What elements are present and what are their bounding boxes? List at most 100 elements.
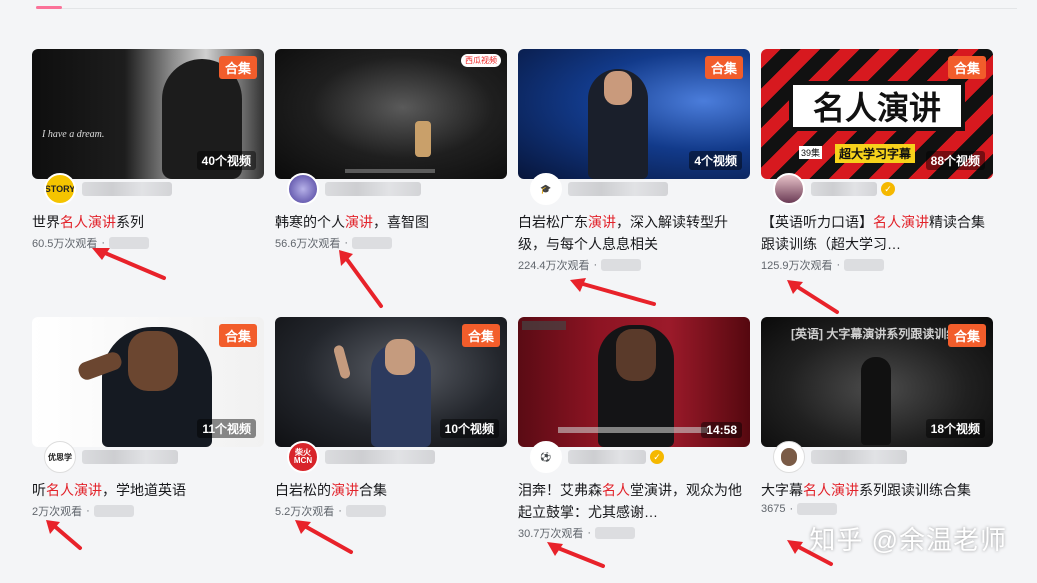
title-text: ，学地道英语 (102, 482, 186, 498)
uploader-avatar[interactable]: 柴火 MCN (287, 441, 319, 473)
video-count: 88个视频 (925, 151, 985, 170)
video-card[interactable]: 名人演讲 39集 超大学习字幕 合集 88个视频 ✓ 【英语听力口语】名人演讲精… (761, 49, 993, 273)
collection-badge: 合集 (218, 324, 257, 347)
date-blurred (844, 259, 885, 271)
collection-badge: 合集 (461, 324, 500, 347)
uploader-name-blurred (325, 450, 435, 464)
title-text: 大字幕 (761, 482, 803, 498)
video-thumbnail[interactable]: 14:58 (518, 317, 750, 447)
view-count: 2万次观看 (32, 506, 83, 518)
video-count: 18个视频 (925, 419, 985, 438)
video-thumbnail[interactable]: [英语] 大字幕演讲系列跟读训练 合集 18个视频 (761, 317, 993, 447)
video-thumbnail[interactable]: I have a dream. 合集 40个视频 (32, 49, 264, 179)
title-highlight: 演讲 (588, 214, 616, 230)
title-text: 系列跟读训练合集 (859, 482, 971, 498)
video-title[interactable]: 听名人演讲，学地道英语 (32, 479, 264, 501)
video-card[interactable]: 西瓜视频 韩寒的个人演讲，喜智图 56.6万次观看 · (275, 49, 507, 251)
title-text: 【英语听力口语】 (761, 214, 873, 230)
episode-tag: 39集 (799, 146, 823, 159)
thumbnail-caption: I have a dream. (42, 129, 105, 140)
video-thumbnail[interactable]: 名人演讲 39集 超大学习字幕 合集 88个视频 (761, 49, 993, 179)
title-highlight: 演讲 (345, 214, 373, 230)
view-count: 125.9万次观看 (761, 260, 833, 272)
video-title[interactable]: 【英语听力口语】名人演讲精读合集跟读训练（超大学习… (761, 211, 993, 255)
video-card[interactable]: I have a dream. 合集 40个视频 STORY 世界名人演讲系列 … (32, 49, 264, 251)
title-highlight: 名人 (602, 482, 630, 498)
video-thumbnail[interactable]: 西瓜视频 (275, 49, 507, 179)
video-meta: 60.5万次观看 · (32, 235, 264, 251)
date-blurred (345, 505, 386, 517)
soccer-ball-icon[interactable]: ⚽ (530, 441, 562, 473)
video-title[interactable]: 白岩松的演讲合集 (275, 479, 507, 501)
annotation-arrow (547, 542, 605, 568)
view-count: 224.4万次观看 (518, 260, 590, 272)
thumbnail-headline: 名人演讲 (789, 81, 965, 131)
video-card[interactable]: 合集 4个视频 🎓 白岩松广东演讲，深入解读转型升级，与每个人息息相关 224.… (518, 49, 750, 273)
video-card[interactable]: 合集 10个视频 柴火 MCN 白岩松的演讲合集 5.2万次观看 · (275, 317, 507, 519)
video-meta: 2万次观看 · (32, 503, 264, 519)
title-highlight: 名人演讲 (46, 482, 102, 498)
view-count: 60.5万次观看 (32, 238, 98, 250)
avatar-text: 优思学 (48, 452, 72, 462)
date-blurred (797, 503, 838, 515)
verified-badge-icon: ✓ (650, 450, 664, 464)
video-count: 11个视频 (197, 419, 256, 438)
uploader-avatar[interactable] (773, 173, 805, 205)
video-title[interactable]: 泪奔！艾弗森名人堂演讲，观众为他起立鼓掌：尤其感谢… (518, 479, 750, 523)
video-count: 40个视频 (196, 151, 256, 170)
uploader-avatar[interactable] (287, 173, 319, 205)
date-blurred (601, 259, 642, 271)
video-thumbnail[interactable]: 合集 4个视频 (518, 49, 750, 179)
video-card[interactable]: 合集 11个视频 优思学 听名人演讲，学地道英语 2万次观看 · (32, 317, 264, 519)
view-count: 30.7万次观看 (518, 528, 584, 540)
uploader-avatar[interactable]: 优思学 (44, 441, 76, 473)
video-card[interactable]: [英语] 大字幕演讲系列跟读训练 合集 18个视频 大字幕名人演讲系列跟读训练合… (761, 317, 993, 515)
title-text: ，喜智图 (373, 214, 429, 230)
annotation-arrow (570, 278, 656, 306)
title-text: 韩寒的个人 (275, 214, 345, 230)
collection-badge: 合集 (947, 324, 986, 347)
video-count: 10个视频 (439, 419, 499, 438)
title-text: 白岩松广东 (518, 214, 588, 230)
verified-badge-icon: ✓ (881, 182, 895, 196)
watermark-text: 知乎 @余温老师 (809, 525, 1007, 555)
video-meta: 56.6万次观看 · (275, 235, 507, 251)
video-meta: 224.4万次观看 · (518, 257, 750, 273)
title-highlight: 名人演讲 (803, 482, 859, 498)
avatar-text: 柴火 MCN (293, 448, 313, 465)
annotation-arrow (92, 248, 166, 280)
uploader-name-blurred (811, 182, 877, 196)
annotation-arrow (787, 280, 839, 314)
subtitle-bar (558, 427, 708, 433)
platform-logo-text: 西瓜视频 (465, 56, 497, 65)
video-thumbnail[interactable]: 合集 10个视频 (275, 317, 507, 447)
date-blurred (93, 505, 134, 517)
date-blurred (595, 527, 636, 539)
view-count: 56.6万次观看 (275, 238, 341, 250)
video-title[interactable]: 白岩松广东演讲，深入解读转型升级，与每个人息息相关 (518, 211, 750, 255)
uploader-name-blurred (82, 182, 172, 196)
uploader-avatar[interactable] (773, 441, 805, 473)
platform-logo: 西瓜视频 (461, 54, 501, 67)
divider-line (36, 8, 1017, 9)
uploader-name-blurred (568, 450, 646, 464)
title-text: 白岩松的 (275, 482, 331, 498)
annotation-arrow (295, 520, 353, 554)
video-card[interactable]: 14:58 ⚽ ✓ 泪奔！艾弗森名人堂演讲，观众为他起立鼓掌：尤其感谢… 30.… (518, 317, 750, 541)
graduation-cap-icon[interactable]: 🎓 (530, 173, 562, 205)
video-title[interactable]: 世界名人演讲系列 (32, 211, 264, 233)
date-blurred (109, 237, 150, 249)
video-meta: 3675 · (761, 503, 993, 515)
uploader-avatar[interactable]: STORY (44, 173, 76, 205)
thumbnail-headline: [英语] 大字幕演讲系列跟读训练 (791, 327, 959, 341)
title-highlight: 演讲 (331, 482, 359, 498)
uploader-name-blurred (325, 182, 421, 196)
video-title[interactable]: 大字幕名人演讲系列跟读训练合集 (761, 479, 993, 501)
video-count: 4个视频 (689, 151, 742, 170)
uploader-name-blurred (82, 450, 178, 464)
video-title[interactable]: 韩寒的个人演讲，喜智图 (275, 211, 507, 233)
title-text: 听 (32, 482, 46, 498)
title-text: 泪奔！艾弗森 (518, 482, 602, 498)
video-thumbnail[interactable]: 合集 11个视频 (32, 317, 264, 447)
video-meta: 5.2万次观看 · (275, 503, 507, 519)
